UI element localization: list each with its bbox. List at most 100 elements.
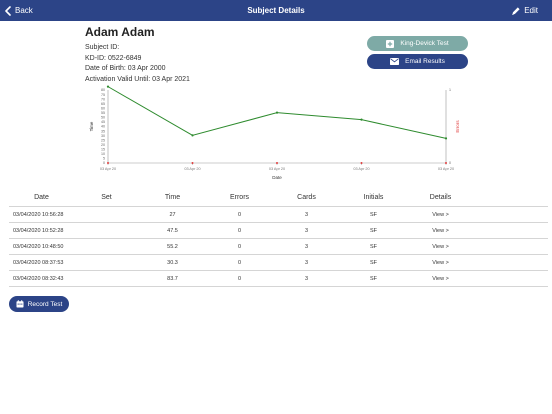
edit-label: Edit	[524, 6, 538, 15]
y-tick-label: 75	[101, 93, 105, 97]
header-time: Time	[164, 194, 181, 201]
cell-time: 83.7	[167, 275, 178, 282]
cell-initials: SF	[369, 211, 378, 218]
table-row[interactable]: 03/04/2020 10:56:28 27 0 3 SF View >	[9, 207, 548, 223]
cell-time: 30.3	[167, 259, 178, 266]
date-of-birth: Date of Birth: 03 Apr 2000	[85, 65, 166, 72]
header-errors: Errors	[229, 194, 250, 201]
error-point	[276, 162, 278, 164]
error-point	[191, 162, 194, 164]
email-results-label: Email Results	[405, 58, 445, 65]
y-tick-label: 45	[101, 120, 105, 124]
time-point	[106, 85, 110, 88]
table-row[interactable]: 03/04/2020 08:32:43 83.7 0 3 SF View >	[9, 271, 548, 287]
y-tick-label: 10	[101, 152, 105, 156]
y-tick-label: 30	[101, 134, 105, 138]
calendar-icon	[16, 300, 24, 308]
table-header: Date Set Time Errors Cards Initials Deta…	[9, 189, 548, 207]
cell-cards: 3	[304, 243, 309, 250]
table-row[interactable]: 03/04/2020 10:48:50 55.2 0 3 SF View >	[9, 239, 548, 255]
y-tick-label: 35	[101, 129, 105, 133]
table-row[interactable]: 03/04/2020 08:37:53 30.3 0 3 SF View >	[9, 255, 548, 271]
cell-initials: SF	[369, 259, 378, 266]
cell-date: 03/04/2020 08:37:53	[13, 259, 64, 266]
y2-tick-label: 1	[449, 88, 451, 92]
x-tick-label: 03 Apr 20	[353, 167, 369, 171]
page-title: Subject Details	[247, 6, 305, 15]
cell-date: 03/04/2020 10:52:28	[13, 227, 64, 234]
plus-square-icon	[386, 39, 395, 48]
kd-id: KD-ID: 0522-6849	[85, 54, 142, 62]
subject-id: Subject ID:	[85, 44, 120, 51]
y-axis-label: Time	[89, 121, 94, 131]
y-tick-label: 80	[101, 88, 105, 92]
y-tick-label: 25	[101, 138, 105, 142]
cell-date: 03/04/2020 10:56:28	[13, 211, 64, 218]
y-tick-label: 15	[101, 148, 105, 152]
cell-errors: 0	[237, 275, 242, 282]
time-errors-chart: 051015202530354045505560657075800103 Apr…	[89, 85, 460, 180]
x-tick-label: 03 Apr 20	[438, 167, 454, 171]
cell-cards: 3	[304, 259, 309, 266]
y-tick-label: 40	[101, 125, 105, 129]
view-details-link[interactable]: View >	[407, 212, 474, 218]
subject-info: Adam Adam Subject ID: KD-ID: 0522-6849 D…	[85, 25, 190, 85]
pencil-icon	[512, 6, 520, 15]
cell-cards: 3	[304, 275, 309, 282]
edit-button[interactable]: Edit	[511, 3, 538, 18]
time-point	[275, 111, 279, 114]
y-tick-label: 20	[101, 143, 105, 147]
cell-cards: 3	[304, 227, 309, 234]
y-tick-label: 55	[101, 111, 105, 115]
cell-errors: 0	[237, 259, 242, 266]
cell-cards: 3	[304, 211, 309, 218]
record-test-label: Record Test	[27, 300, 63, 308]
cell-date: 03/04/2020 08:32:43	[13, 275, 64, 282]
y-tick-label: 60	[101, 106, 105, 110]
cell-initials: SF	[369, 275, 378, 282]
header-date: Date	[34, 194, 49, 201]
y-tick-label: 70	[101, 97, 105, 101]
view-details-link[interactable]: View >	[407, 228, 474, 234]
y-tick-label: 5	[103, 157, 105, 161]
cell-errors: 0	[237, 243, 242, 250]
y-tick-label: 65	[101, 102, 105, 106]
subject-name: Adam Adam	[85, 25, 155, 39]
time-point	[191, 134, 194, 137]
x-axis-label: Date	[272, 175, 282, 180]
time-point	[360, 118, 363, 121]
view-details-link[interactable]: View >	[407, 260, 474, 266]
header-set: Set	[101, 194, 112, 201]
x-tick-label: 03 Apr 20	[184, 167, 200, 171]
x-tick-label: 03 Apr 20	[100, 167, 116, 171]
time-point	[444, 137, 448, 140]
table-row[interactable]: 03/04/2020 10:52:28 47.5 0 3 SF View >	[9, 223, 548, 239]
cell-initials: SF	[369, 227, 378, 234]
y2-axis-label: Errors	[455, 120, 460, 133]
navigation-bar: Back Subject Details Edit	[0, 0, 552, 21]
envelope-icon	[390, 58, 400, 65]
cell-time: 27	[169, 211, 176, 218]
cell-time: 55.2	[167, 243, 178, 250]
record-test-button[interactable]: Record Test	[9, 296, 69, 312]
view-details-link[interactable]: View >	[407, 276, 474, 282]
view-details-link[interactable]: View >	[407, 244, 474, 250]
y-tick-label: 0	[103, 161, 105, 165]
header-cards: Cards	[297, 194, 316, 201]
cell-time: 47.5	[167, 227, 178, 234]
cell-date: 03/04/2020 10:48:50	[13, 243, 64, 250]
cell-initials: SF	[369, 243, 378, 250]
cell-errors: 0	[237, 227, 242, 234]
y2-tick-label: 0	[449, 161, 451, 165]
x-tick-label: 03 Apr 20	[269, 167, 285, 171]
header-details: Details	[429, 194, 452, 201]
error-point	[360, 162, 363, 164]
y-tick-label: 50	[101, 116, 105, 120]
king-devick-test-button[interactable]: King-Devick Test	[367, 36, 468, 51]
cell-errors: 0	[237, 211, 242, 218]
error-point	[445, 162, 447, 164]
email-results-button[interactable]: Email Results	[367, 54, 468, 69]
results-table: Date Set Time Errors Cards Initials Deta…	[9, 189, 548, 287]
king-devick-test-label: King-Devick Test	[400, 40, 449, 47]
error-point	[107, 162, 109, 164]
